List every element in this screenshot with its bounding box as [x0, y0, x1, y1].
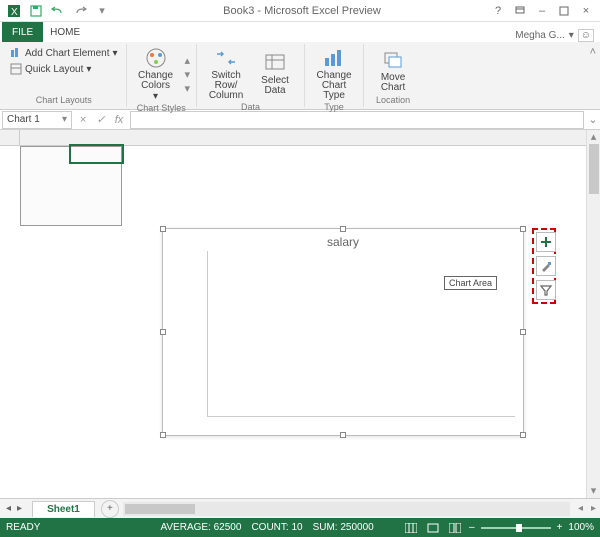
styles-more-icon[interactable]: ▾: [185, 82, 191, 95]
chart-styles-group: Change Colors▾ ▴ ▾ ▾ Chart Styles: [127, 44, 198, 107]
undo-icon[interactable]: [48, 2, 68, 20]
switch-row-col-button[interactable]: Switch Row/ Column: [203, 46, 249, 101]
zoom-slider[interactable]: [481, 527, 551, 529]
move-chart-button[interactable]: Move Chart: [370, 48, 416, 93]
maximize-icon[interactable]: [554, 2, 574, 20]
add-sheet-button[interactable]: +: [101, 500, 119, 518]
account-name: Megha G...: [515, 30, 564, 41]
name-box[interactable]: Chart 1▾: [2, 111, 72, 129]
group-label: Location: [370, 94, 416, 105]
ribbon-options-icon[interactable]: [510, 2, 530, 20]
grid-area: salary Chart Area ▴ ▾: [0, 130, 600, 498]
status-ready: READY: [6, 522, 40, 533]
quick-access-toolbar: X ▾: [0, 2, 116, 20]
sheet-nav[interactable]: ◂▸: [0, 503, 28, 514]
chart-side-buttons: [532, 228, 556, 304]
ribbon: Add Chart Element▾ Quick Layout▾ Chart L…: [0, 42, 600, 110]
switch-icon: [212, 46, 240, 70]
horizontal-scrollbar[interactable]: [123, 502, 570, 516]
hscroll-right-icon[interactable]: ▸: [587, 503, 600, 514]
select-data-icon: [261, 51, 289, 75]
zoom-in-icon[interactable]: +: [557, 522, 563, 533]
group-label: Data: [203, 101, 298, 112]
zoom-level[interactable]: 100%: [568, 522, 594, 533]
column-headers: [0, 130, 586, 146]
qat-customize-icon[interactable]: ▾: [92, 2, 112, 20]
sheet-tab-active[interactable]: Sheet1: [32, 501, 95, 517]
collapse-ribbon-icon[interactable]: ˄: [588, 44, 598, 107]
tab-home[interactable]: HOME: [43, 22, 87, 42]
group-label: Chart Layouts: [8, 94, 120, 105]
chart-type-icon: [320, 46, 348, 70]
add-chart-element-button[interactable]: Add Chart Element▾: [8, 46, 120, 60]
file-tab[interactable]: FILE: [2, 22, 43, 42]
close-icon[interactable]: ×: [576, 2, 596, 20]
select-all-corner[interactable]: [0, 130, 20, 145]
status-aggregates: AVERAGE: 62500 COUNT: 10 SUM: 250000: [160, 522, 373, 533]
chart-filters-button[interactable]: [536, 280, 556, 300]
location-group: Move Chart Location: [364, 44, 422, 107]
quick-layout-button[interactable]: Quick Layout▾: [8, 62, 93, 76]
sheet-next-icon[interactable]: ▸: [17, 503, 22, 514]
window-title: Book3 - Microsoft Excel Preview: [116, 5, 488, 17]
data-group: Switch Row/ Column Select Data Data: [197, 44, 305, 107]
sheet-prev-icon[interactable]: ◂: [6, 503, 11, 514]
group-label: Chart Styles: [133, 102, 191, 113]
formula-bar-row: Chart 1▾ × ✓ fx ⌄: [0, 110, 600, 130]
change-colors-button[interactable]: Change Colors▾: [133, 46, 179, 102]
minimize-icon[interactable]: –: [532, 2, 552, 20]
type-group: Change Chart Type Type: [305, 44, 364, 107]
palette-icon: [142, 46, 170, 70]
page-break-view-icon[interactable]: [447, 521, 463, 535]
svg-text:X: X: [11, 7, 18, 18]
help-icon[interactable]: ?: [488, 2, 508, 20]
sheet-tabs: ◂▸ Sheet1 + ◂ ▸: [0, 498, 600, 518]
ribbon-tabs: FILE HOME Megha G... ▾ ☺: [0, 22, 600, 42]
statusbar: READY AVERAGE: 62500 COUNT: 10 SUM: 2500…: [0, 518, 600, 537]
move-chart-icon: [379, 48, 407, 72]
grid-view-icon[interactable]: [403, 521, 419, 535]
titlebar: X ▾ Book3 - Microsoft Excel Preview ? – …: [0, 0, 600, 22]
cancel-formula-icon[interactable]: ×: [74, 111, 92, 129]
excel-icon: X: [4, 2, 24, 20]
account-dropdown-icon[interactable]: ▾: [569, 30, 574, 41]
styles-down-icon[interactable]: ▾: [185, 68, 191, 81]
expand-formula-icon[interactable]: ⌄: [586, 113, 600, 126]
chart-y-axis: [169, 253, 205, 421]
zoom-out-icon[interactable]: –: [469, 522, 475, 533]
change-chart-type-button[interactable]: Change Chart Type: [311, 46, 357, 101]
page-layout-view-icon[interactable]: [425, 521, 441, 535]
save-icon[interactable]: [26, 2, 46, 20]
group-label: Type: [311, 101, 357, 112]
chart-layouts-group: Add Chart Element▾ Quick Layout▾ Chart L…: [2, 44, 127, 107]
face-icon[interactable]: ☺: [578, 29, 594, 42]
embedded-chart[interactable]: salary Chart Area: [162, 228, 524, 436]
hscroll-left-icon[interactable]: ◂: [574, 503, 587, 514]
redo-icon[interactable]: [70, 2, 90, 20]
chart-tooltip: Chart Area: [444, 276, 497, 290]
chart-title[interactable]: salary: [163, 229, 523, 251]
styles-up-icon[interactable]: ▴: [185, 54, 191, 67]
account-area[interactable]: Megha G... ▾ ☺: [515, 29, 598, 42]
enter-formula-icon[interactable]: ✓: [92, 111, 110, 129]
chart-styles-button[interactable]: [536, 256, 556, 276]
window-controls: ? – ×: [488, 2, 600, 20]
select-data-button[interactable]: Select Data: [252, 51, 298, 96]
chart-elements-button[interactable]: [536, 232, 556, 252]
fx-icon[interactable]: fx: [110, 111, 128, 129]
formula-bar[interactable]: [130, 111, 584, 129]
vertical-scrollbar[interactable]: ▴ ▾: [586, 130, 600, 498]
